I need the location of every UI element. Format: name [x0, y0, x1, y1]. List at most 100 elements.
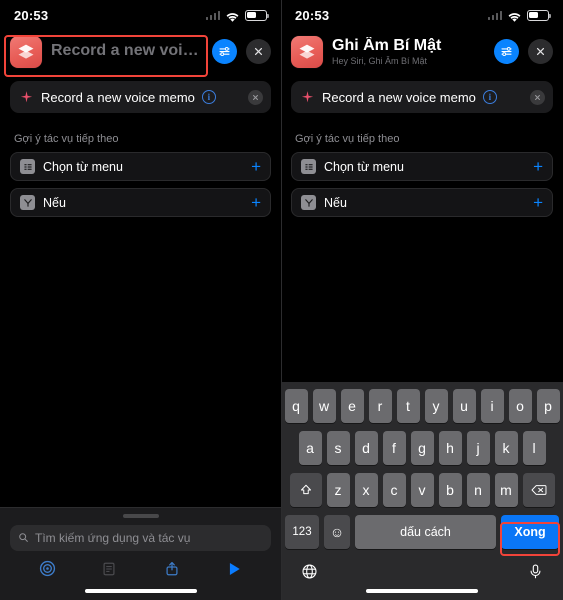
key-y[interactable]: y — [424, 388, 448, 423]
status-bar-left: 20:53 — [0, 0, 281, 30]
key-t[interactable]: t — [396, 388, 420, 423]
key-n[interactable]: n — [466, 472, 490, 507]
key-u[interactable]: u — [452, 388, 476, 423]
add-suggestion-button[interactable]: + — [251, 158, 261, 175]
search-bar[interactable]: Tìm kiếm ứng dụng và tác vụ — [10, 524, 271, 551]
action-remove-button[interactable] — [530, 89, 545, 105]
status-time: 20:53 — [295, 7, 330, 23]
key-e[interactable]: e — [340, 388, 364, 423]
if-condition-icon — [301, 195, 316, 210]
key-w[interactable]: w — [312, 388, 336, 423]
numbers-key[interactable]: 123 — [285, 514, 319, 549]
sliders-icon — [501, 46, 512, 57]
globe-icon[interactable] — [299, 562, 319, 582]
status-time: 20:53 — [14, 7, 49, 23]
shortcuts-icon[interactable] — [36, 558, 58, 580]
panel-divider — [281, 0, 282, 600]
keyboard-row-4: 123 ☺ dấu cách Xong — [281, 514, 563, 549]
editor-toolbar — [0, 551, 281, 587]
home-indicator — [84, 588, 197, 593]
sheet-grabber[interactable] — [122, 513, 159, 518]
suggestion-label: Nếu — [43, 195, 66, 210]
screenshot-stage: 20:53 Record a new voice... Record a new… — [0, 0, 563, 600]
shortcut-title-wrap[interactable]: Ghi Âm Bí Mật Hey Siri, Ghi Âm Bí Mật — [332, 37, 485, 66]
share-icon[interactable] — [161, 558, 183, 580]
wifi-icon — [225, 10, 240, 22]
done-key[interactable]: Xong — [501, 514, 559, 549]
key-g[interactable]: g — [410, 430, 434, 465]
key-c[interactable]: c — [382, 472, 406, 507]
key-m[interactable]: m — [494, 472, 518, 507]
close-icon — [536, 47, 545, 56]
key-z[interactable]: z — [326, 472, 350, 507]
action-row[interactable]: Record a new voice memo i — [10, 81, 271, 113]
emoji-key[interactable]: ☺ — [324, 514, 350, 549]
key-o[interactable]: o — [508, 388, 532, 423]
shortcut-app-icon — [10, 35, 42, 68]
status-indicators — [205, 9, 270, 22]
action-label: Record a new voice memo — [41, 89, 195, 105]
shortcut-siri-phrase: Hey Siri, Ghi Âm Bí Mật — [332, 56, 428, 67]
add-suggestion-button[interactable]: + — [533, 194, 543, 211]
key-i[interactable]: i — [480, 388, 504, 423]
shortcut-name-input[interactable]: Record a new voice... — [51, 42, 203, 60]
suggestion-label: Chọn từ menu — [324, 159, 404, 174]
suggestion-row-menu[interactable]: Chọn từ menu + — [291, 152, 553, 181]
suggestion-label: Nếu — [324, 195, 347, 210]
action-info-button[interactable]: i — [201, 90, 216, 104]
add-suggestion-button[interactable]: + — [533, 158, 543, 175]
suggestion-label: Chọn từ menu — [43, 159, 123, 174]
key-v[interactable]: v — [410, 472, 434, 507]
key-l[interactable]: l — [522, 430, 546, 465]
key-h[interactable]: h — [438, 430, 462, 465]
wifi-icon — [507, 10, 522, 22]
play-icon[interactable] — [223, 558, 245, 580]
variables-icon[interactable] — [98, 558, 120, 580]
action-row[interactable]: Record a new voice memo i — [291, 81, 553, 113]
shortcut-close-button[interactable] — [528, 39, 553, 64]
status-bar-right: 20:53 — [281, 0, 563, 30]
voice-memo-icon — [299, 89, 315, 105]
suggestion-row-menu[interactable]: Chọn từ menu + — [10, 152, 271, 181]
search-input[interactable]: Tìm kiếm ứng dụng và tác vụ — [35, 531, 190, 545]
suggestions-heading: Gợi ý tác vụ tiếp theo — [295, 133, 400, 145]
key-p[interactable]: p — [536, 388, 560, 423]
if-condition-icon — [20, 195, 35, 210]
key-b[interactable]: b — [438, 472, 462, 507]
shortcut-settings-button[interactable] — [494, 39, 519, 64]
shift-icon[interactable] — [289, 472, 322, 507]
action-label: Record a new voice memo — [322, 89, 476, 105]
cellular-signal-icon — [205, 10, 220, 20]
voice-memo-icon — [18, 89, 34, 105]
suggestion-row-if[interactable]: Nếu + — [291, 188, 553, 217]
backspace-icon[interactable] — [522, 472, 555, 507]
phone-right: 20:53 Ghi Âm Bí Mật Hey Siri, Ghi Âm Bí … — [281, 0, 563, 600]
key-f[interactable]: f — [382, 430, 406, 465]
keyboard-row-1: q w e r t y u i o p — [281, 388, 563, 423]
key-x[interactable]: x — [354, 472, 378, 507]
keyboard-row-3: z x c v b n m — [281, 472, 563, 507]
key-a[interactable]: a — [298, 430, 322, 465]
key-q[interactable]: q — [284, 388, 308, 423]
microphone-icon[interactable] — [525, 562, 545, 582]
battery-icon — [245, 9, 270, 21]
key-r[interactable]: r — [368, 388, 392, 423]
shortcut-app-icon — [291, 35, 323, 68]
space-key[interactable]: dấu cách — [355, 514, 496, 549]
menu-list-icon — [20, 159, 35, 174]
key-j[interactable]: j — [466, 430, 490, 465]
shortcut-name-input[interactable]: Ghi Âm Bí Mật — [332, 37, 485, 55]
shortcut-header-left: Record a new voice... — [0, 30, 281, 77]
action-info-button[interactable]: i — [482, 90, 497, 104]
action-remove-button[interactable] — [248, 89, 263, 105]
key-k[interactable]: k — [494, 430, 518, 465]
key-d[interactable]: d — [354, 430, 378, 465]
key-s[interactable]: s — [326, 430, 350, 465]
shortcut-settings-button[interactable] — [212, 39, 237, 64]
suggestion-row-if[interactable]: Nếu + — [10, 188, 271, 217]
shortcut-header-right: Ghi Âm Bí Mật Hey Siri, Ghi Âm Bí Mật — [281, 30, 563, 77]
on-screen-keyboard: q w e r t y u i o p a s d f g h j k l z … — [281, 381, 563, 600]
shortcut-title-wrap[interactable]: Record a new voice... — [51, 42, 203, 60]
shortcut-close-button[interactable] — [246, 39, 271, 64]
add-suggestion-button[interactable]: + — [251, 194, 261, 211]
